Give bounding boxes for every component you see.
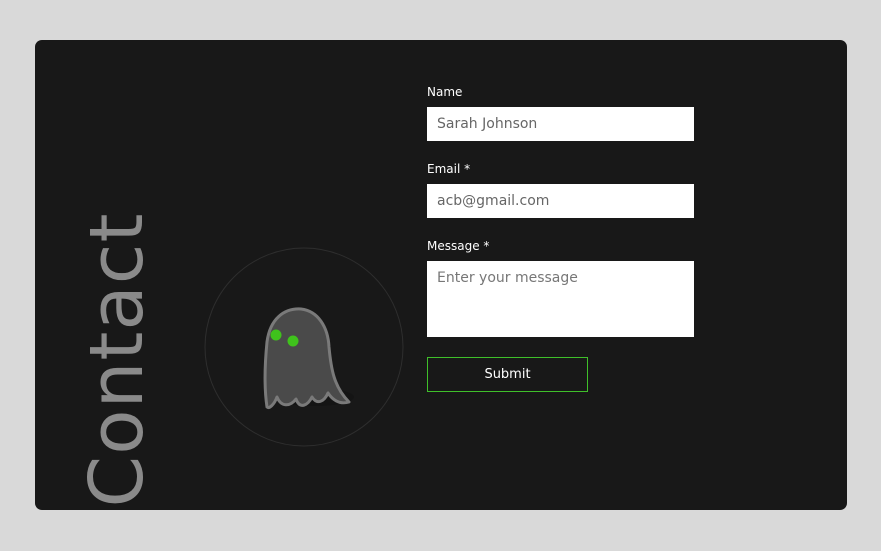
section-title: Contact bbox=[74, 212, 160, 508]
ghost-illustration bbox=[204, 247, 404, 447]
name-label: Name bbox=[427, 85, 463, 99]
contact-form: Name Email * Message * Submit bbox=[427, 84, 694, 392]
name-field-group: Name bbox=[427, 84, 694, 141]
email-field-group: Email * bbox=[427, 161, 694, 218]
ghost-eye-right bbox=[287, 335, 299, 347]
message-field-group: Message * bbox=[427, 238, 694, 337]
name-input[interactable] bbox=[427, 107, 694, 141]
email-label: Email * bbox=[427, 162, 471, 176]
ghost-body bbox=[263, 307, 351, 409]
ghost-eye-left bbox=[270, 329, 282, 341]
submit-button[interactable]: Submit bbox=[427, 357, 588, 392]
ghost-icon bbox=[204, 247, 404, 447]
email-input[interactable] bbox=[427, 184, 694, 218]
message-textarea[interactable] bbox=[427, 261, 694, 337]
message-label: Message * bbox=[427, 239, 490, 253]
